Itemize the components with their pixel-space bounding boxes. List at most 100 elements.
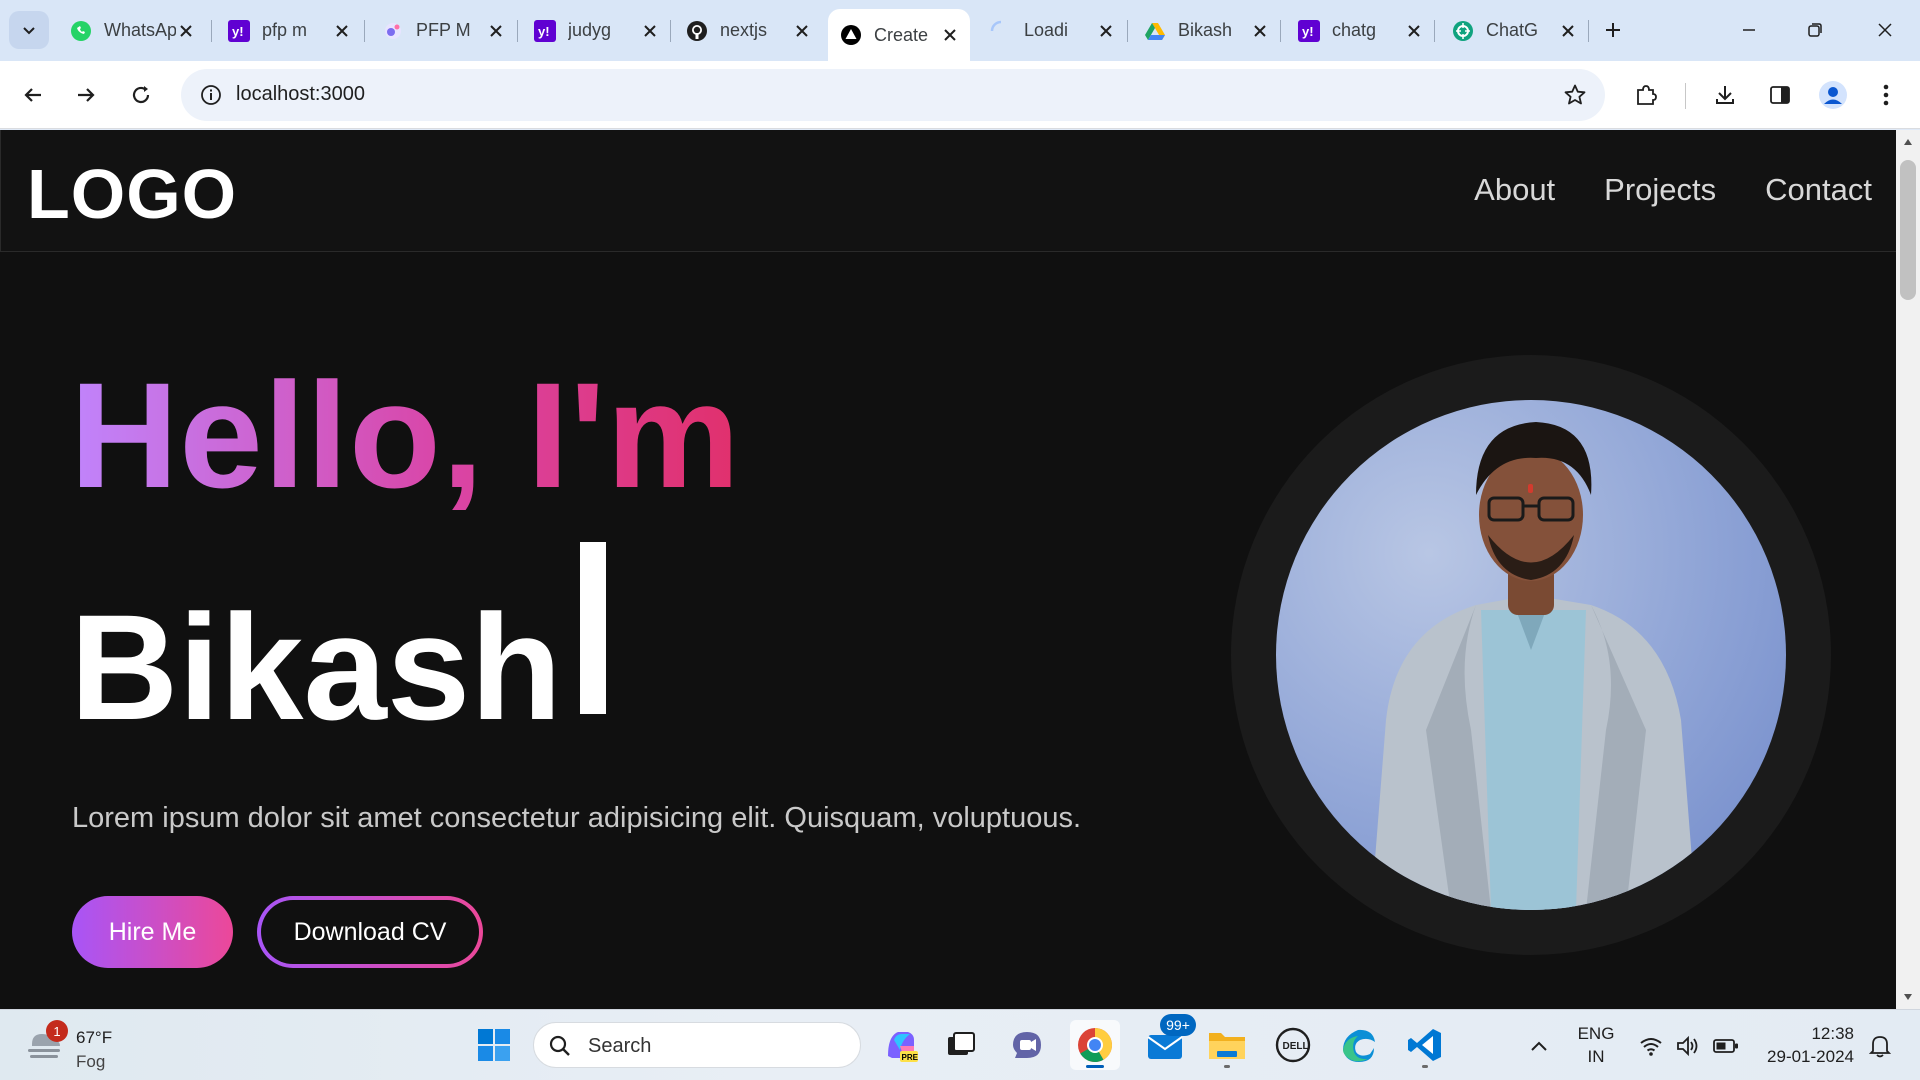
- taskbar-task-view[interactable]: [936, 1020, 986, 1070]
- taskbar-file-explorer[interactable]: [1202, 1020, 1252, 1070]
- scroll-up-arrow-icon[interactable]: [1902, 136, 1914, 148]
- show-hidden-icons-button[interactable]: [1525, 1032, 1553, 1060]
- tab-separator: [1434, 20, 1435, 42]
- language-indicator[interactable]: ENG IN: [1576, 1022, 1616, 1068]
- taskbar-teams[interactable]: [1002, 1020, 1052, 1070]
- tab-title: WhatsApp: [104, 20, 176, 40]
- tab-loading[interactable]: Loadi: [978, 10, 1126, 51]
- tab-search-button[interactable]: [9, 11, 49, 49]
- site-info-icon[interactable]: [193, 77, 229, 113]
- svg-text:PRE: PRE: [902, 1053, 919, 1062]
- battery-icon: [1713, 1039, 1738, 1053]
- close-icon[interactable]: [1250, 21, 1270, 41]
- tab-judyg[interactable]: y! judyg: [522, 10, 670, 51]
- site-logo[interactable]: LOGO: [27, 154, 237, 234]
- close-window-button[interactable]: [1858, 10, 1912, 50]
- wifi-status[interactable]: [1637, 1032, 1665, 1060]
- downloads-button[interactable]: [1705, 75, 1745, 115]
- system-clock[interactable]: 12:38 29-01-2024: [1756, 1022, 1854, 1068]
- hire-me-button[interactable]: Hire Me: [72, 896, 233, 968]
- taskbar-mail[interactable]: 99+: [1140, 1014, 1196, 1070]
- extensions-button[interactable]: [1626, 75, 1666, 115]
- task-view-icon: [948, 1032, 975, 1055]
- weather-widget[interactable]: 1 67°F Fog: [24, 1018, 144, 1074]
- close-icon[interactable]: [940, 25, 960, 45]
- wifi-icon: [1640, 1038, 1662, 1056]
- weather-description: Fog: [76, 1052, 106, 1071]
- taskbar-copilot[interactable]: PRE: [876, 1020, 926, 1070]
- mail-badge: 99+: [1160, 1014, 1196, 1036]
- taskbar-vscode[interactable]: [1400, 1020, 1450, 1070]
- profile-avatar[interactable]: [1813, 75, 1853, 115]
- yahoo-icon: y!: [534, 19, 556, 42]
- chatgpt-icon: [1452, 20, 1474, 42]
- speaker-icon: [1677, 1035, 1698, 1057]
- taskbar-dell[interactable]: DELL: [1268, 1020, 1318, 1070]
- notifications-button[interactable]: [1866, 1032, 1894, 1060]
- close-icon: [1878, 23, 1892, 37]
- tab-chatgpt[interactable]: ChatG: [1440, 10, 1588, 51]
- close-icon[interactable]: [792, 21, 812, 41]
- tab-chatg-yahoo[interactable]: y! chatg: [1286, 10, 1434, 51]
- new-tab-button[interactable]: [1597, 14, 1629, 46]
- svg-text:DELL: DELL: [1283, 1041, 1309, 1052]
- running-indicator: [1422, 1065, 1428, 1068]
- tab-title: Create: [874, 24, 929, 45]
- close-icon[interactable]: [1558, 21, 1578, 41]
- volume-status[interactable]: [1674, 1032, 1702, 1060]
- tab-separator: [364, 20, 365, 42]
- tab-separator: [670, 20, 671, 42]
- scroll-down-arrow-icon[interactable]: [1902, 991, 1914, 1003]
- tab-pfp-maker[interactable]: PFP M: [370, 10, 516, 51]
- site-navbar: LOGO About Projects Contact: [0, 130, 1896, 252]
- download-cv-button[interactable]: Download CV: [257, 896, 483, 968]
- close-icon[interactable]: [332, 21, 352, 41]
- close-icon[interactable]: [176, 21, 196, 41]
- tab-title: chatg: [1332, 20, 1377, 40]
- battery-status[interactable]: [1712, 1032, 1740, 1060]
- address-bar[interactable]: localhost:3000: [181, 69, 1605, 121]
- loading-spinner-icon: [990, 20, 1012, 42]
- windows-taskbar: 1 67°F Fog Search PRE 99+ DELL ENG IN 12…: [0, 1009, 1920, 1080]
- close-icon[interactable]: [1096, 21, 1116, 41]
- close-icon[interactable]: [486, 21, 506, 41]
- nav-link-about[interactable]: About: [1474, 172, 1555, 208]
- tab-whatsapp[interactable]: WhatsApp: [58, 10, 206, 51]
- weather-temperature: 67°F: [76, 1028, 113, 1047]
- search-placeholder: Search: [588, 1035, 652, 1057]
- nav-link-contact[interactable]: Contact: [1765, 172, 1872, 208]
- scrollbar-thumb[interactable]: [1900, 160, 1916, 300]
- weather-badge: 1: [46, 1020, 68, 1042]
- running-indicator: [1224, 1065, 1230, 1068]
- tab-nextjs-github[interactable]: nextjs: [674, 10, 822, 51]
- toolbar-divider: [1685, 83, 1686, 109]
- chrome-icon: [1078, 1028, 1112, 1062]
- start-button[interactable]: [469, 1020, 519, 1070]
- close-icon[interactable]: [640, 21, 660, 41]
- language-code: ENG: [1577, 1024, 1615, 1043]
- minimize-button[interactable]: [1722, 10, 1776, 50]
- restore-button[interactable]: [1788, 10, 1842, 50]
- svg-text:y!: y!: [1302, 24, 1314, 39]
- puzzle-icon: [1637, 85, 1657, 105]
- tab-create-active[interactable]: Create: [828, 9, 970, 61]
- back-button[interactable]: [13, 75, 53, 115]
- tab-pfp-m[interactable]: y! pfp m: [216, 10, 362, 51]
- taskbar-edge[interactable]: [1334, 1020, 1384, 1070]
- page-scrollbar[interactable]: [1896, 130, 1920, 1009]
- nav-link-projects[interactable]: Projects: [1604, 172, 1716, 208]
- person-illustration: [1371, 422, 1696, 910]
- forward-button[interactable]: [66, 75, 106, 115]
- tab-separator: [517, 20, 518, 42]
- taskbar-chrome[interactable]: [1070, 1020, 1120, 1070]
- browser-toolbar: localhost:3000: [0, 61, 1920, 129]
- bookmark-star-icon[interactable]: [1557, 77, 1593, 113]
- taskbar-search[interactable]: Search: [533, 1022, 861, 1068]
- tab-bikash-drive[interactable]: Bikash: [1132, 10, 1280, 51]
- profile-icon: [1819, 81, 1847, 109]
- browser-menu-button[interactable]: [1866, 75, 1906, 115]
- reload-button[interactable]: [121, 75, 161, 115]
- url-text[interactable]: localhost:3000: [236, 83, 365, 106]
- close-icon[interactable]: [1404, 21, 1424, 41]
- side-panel-button[interactable]: [1760, 75, 1800, 115]
